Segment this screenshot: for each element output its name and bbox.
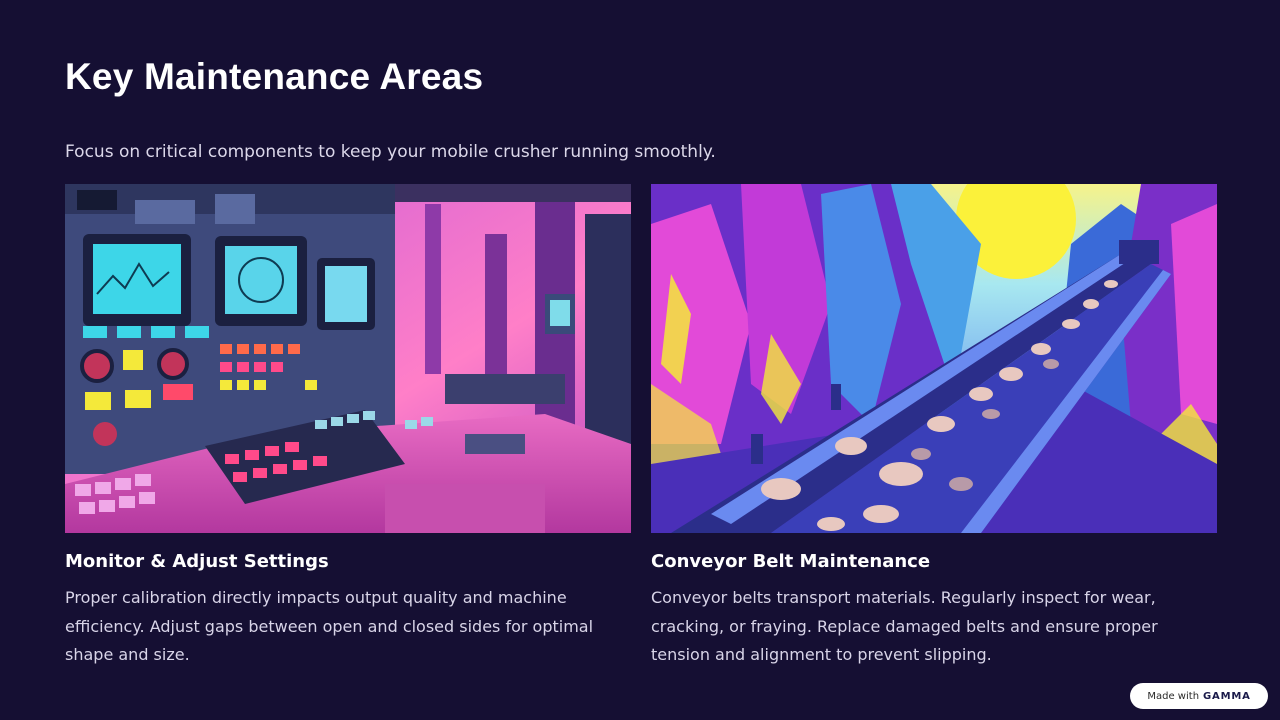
made-with-gamma-badge[interactable]: Made with GAMMA	[1130, 683, 1268, 709]
card-heading: Conveyor Belt Maintenance	[651, 551, 931, 572]
card-body: Conveyor belts transport materials. Regu…	[651, 588, 1158, 664]
conveyor-belt-image	[651, 184, 1217, 533]
gamma-logo: GAMMA	[1203, 690, 1251, 702]
card-monitor-settings: Monitor & Adjust Settings Proper calibra…	[65, 184, 631, 670]
card-body: Proper calibration directly impacts outp…	[65, 588, 594, 664]
slide-title: Key Maintenance Areas	[65, 56, 484, 97]
badge-prefix: Made with	[1147, 690, 1200, 702]
card-conveyor-belt: Conveyor Belt Maintenance Conveyor belts…	[651, 184, 1217, 670]
slide-subtitle: Focus on critical components to keep you…	[65, 142, 716, 162]
control-panel-image	[65, 184, 631, 533]
card-heading: Monitor & Adjust Settings	[65, 551, 329, 572]
